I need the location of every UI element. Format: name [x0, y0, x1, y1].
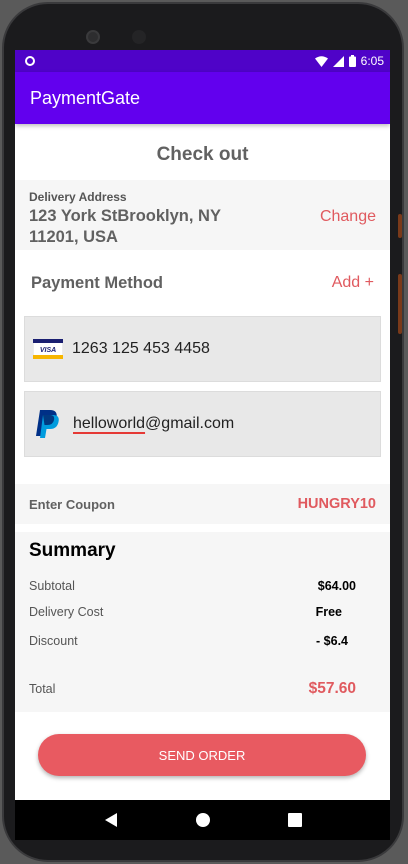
coupon-label: Enter Coupon: [29, 496, 115, 512]
status-bar: 6:05: [15, 50, 390, 72]
delivery-cost-row: Delivery Cost Free: [29, 605, 356, 619]
payment-method-paypal[interactable]: helloworld@gmail.com: [24, 391, 381, 457]
delivery-cost-value: Free: [315, 605, 342, 619]
status-time: 6:05: [360, 54, 384, 68]
signal-icon: [332, 55, 344, 67]
discount-row: Discount - $6.4: [29, 634, 356, 648]
paypal-email: helloworld@gmail.com: [73, 415, 234, 433]
discount-label: Discount: [29, 634, 78, 648]
total-value: $57.60: [308, 680, 356, 697]
visa-card-number: 1263 125 453 4458: [72, 340, 210, 357]
payment-method-header: Payment Method Add +: [15, 250, 390, 316]
discount-value: - $6.4: [316, 634, 348, 648]
paypal-email-domain: @gmail.com: [145, 415, 235, 432]
send-order-button[interactable]: SEND ORDER: [38, 734, 366, 776]
coupon-code: HUNGRY10: [297, 496, 376, 512]
app-title: PaymentGate: [30, 87, 141, 108]
volume-button: [398, 214, 402, 238]
summary-section: Summary Subtotal $64.00 Delivery Cost Fr…: [15, 532, 390, 712]
front-camera: [86, 30, 100, 44]
app-bar: PaymentGate: [15, 72, 390, 124]
back-icon[interactable]: [104, 812, 118, 828]
battery-icon: [348, 55, 356, 67]
subtotal-label: Subtotal: [29, 579, 75, 593]
page-title: Check out: [156, 144, 249, 165]
coupon-row[interactable]: Enter Coupon HUNGRY10: [15, 484, 390, 524]
paypal-icon: [36, 410, 59, 438]
wifi-icon: [314, 55, 328, 67]
power-button: [398, 274, 402, 334]
delivery-address-value: 123 York StBrooklyn, NY 11201, USA: [29, 207, 221, 246]
recents-icon[interactable]: [287, 813, 302, 827]
delivery-address-label: Delivery Address: [29, 190, 127, 204]
notification-icon: [25, 56, 35, 66]
payment-method-title: Payment Method: [31, 273, 164, 292]
change-address-button[interactable]: Change: [320, 208, 376, 226]
add-payment-button[interactable]: Add +: [332, 274, 374, 292]
visa-icon: VISA: [33, 339, 63, 359]
svg-text:VISA: VISA: [40, 347, 56, 354]
subtotal-value: $64.00: [317, 579, 356, 593]
paypal-email-user: helloworld: [73, 415, 146, 432]
subtotal-row: Subtotal $64.00: [29, 579, 356, 593]
total-row: Total $57.60: [29, 680, 356, 698]
delivery-cost-label: Delivery Cost: [29, 605, 104, 619]
system-nav-bar: [15, 800, 390, 840]
total-label: Total: [29, 682, 56, 696]
home-icon[interactable]: [195, 812, 211, 828]
payment-method-visa[interactable]: VISA 1263 125 453 4458: [24, 316, 381, 382]
delivery-address-section: Delivery Address 123 York StBrooklyn, NY…: [15, 180, 390, 250]
app-screen: 6:05 PaymentGate Check out Delivery Addr…: [15, 50, 390, 800]
sensor: [132, 30, 146, 44]
summary-title: Summary: [29, 540, 116, 561]
